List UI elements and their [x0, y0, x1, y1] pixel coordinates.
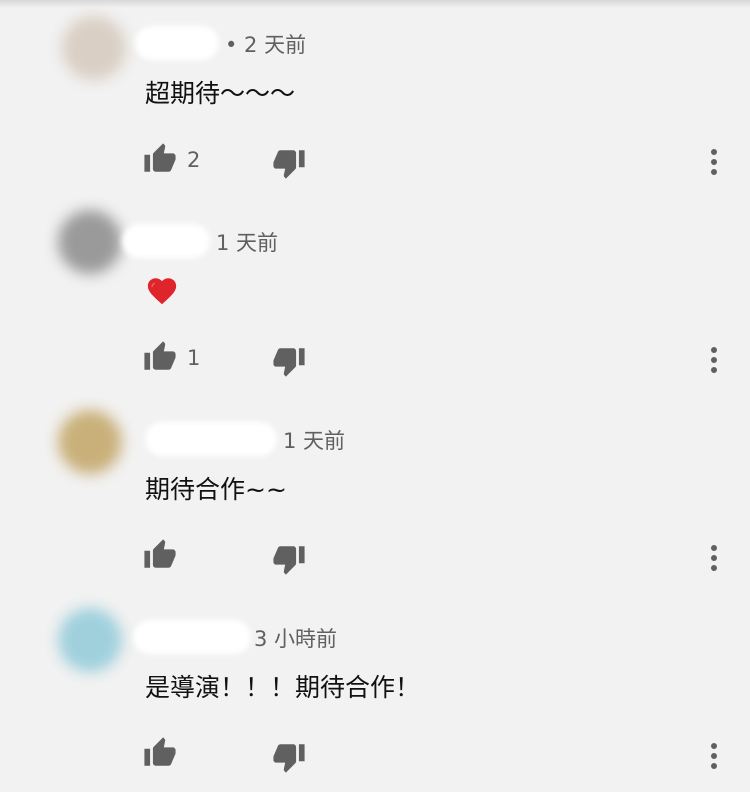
heart-icon	[147, 278, 177, 305]
comment-item: • 2 天前 超期待～～～ 2	[0, 0, 750, 198]
thumbs-down-icon	[273, 546, 305, 575]
comment-actions: 2	[0, 138, 750, 182]
thumbs-up-icon	[144, 737, 176, 766]
more-options-button[interactable]	[702, 342, 726, 378]
like-button[interactable]	[143, 340, 177, 374]
comment-text: 超期待～～～	[145, 79, 296, 108]
thumbs-up-icon	[144, 143, 176, 172]
like-count: 2	[187, 148, 201, 172]
comment-timestamp: 3 小時前	[254, 627, 338, 651]
thumbs-up-icon	[144, 341, 176, 370]
like-button[interactable]	[143, 538, 177, 572]
heart-emoji	[145, 274, 179, 308]
author-name[interactable]	[122, 224, 210, 258]
avatar[interactable]	[58, 410, 122, 474]
more-vert-icon	[711, 347, 717, 373]
thumbs-down-icon	[273, 744, 305, 773]
like-button[interactable]	[143, 142, 177, 176]
more-vert-icon	[711, 149, 717, 175]
dislike-button[interactable]	[272, 344, 306, 378]
comment-item: 1 天前 1	[0, 198, 750, 396]
more-options-button[interactable]	[702, 144, 726, 180]
comment-text: 是導演！！！期待合作！	[145, 673, 421, 702]
comment-timestamp: 1 天前	[283, 429, 346, 453]
comment-actions	[0, 732, 750, 776]
comment-text: 期待合作~~	[145, 475, 287, 504]
author-name[interactable]	[135, 26, 219, 60]
more-vert-icon	[711, 545, 717, 571]
more-options-button[interactable]	[702, 540, 726, 576]
avatar[interactable]	[58, 608, 122, 672]
avatar[interactable]	[58, 210, 122, 274]
comment-item: 1 天前 期待合作~~	[0, 396, 750, 594]
like-count: 1	[187, 346, 201, 370]
thumbs-down-icon	[273, 150, 305, 179]
avatar[interactable]	[62, 16, 126, 80]
dislike-button[interactable]	[272, 542, 306, 576]
comment-timestamp: 1 天前	[216, 231, 279, 255]
comment-timestamp: • 2 天前	[225, 33, 307, 57]
thumbs-up-icon	[144, 539, 176, 568]
comment-item: 3 小時前 是導演！！！期待合作！	[0, 594, 750, 792]
dislike-button[interactable]	[272, 740, 306, 774]
more-vert-icon	[711, 743, 717, 769]
comment-actions	[0, 534, 750, 578]
comment-actions: 1	[0, 336, 750, 380]
thumbs-down-icon	[273, 348, 305, 377]
more-options-button[interactable]	[702, 738, 726, 774]
dislike-button[interactable]	[272, 146, 306, 180]
author-name[interactable]	[145, 422, 277, 456]
author-name[interactable]	[133, 620, 251, 654]
like-button[interactable]	[143, 736, 177, 770]
